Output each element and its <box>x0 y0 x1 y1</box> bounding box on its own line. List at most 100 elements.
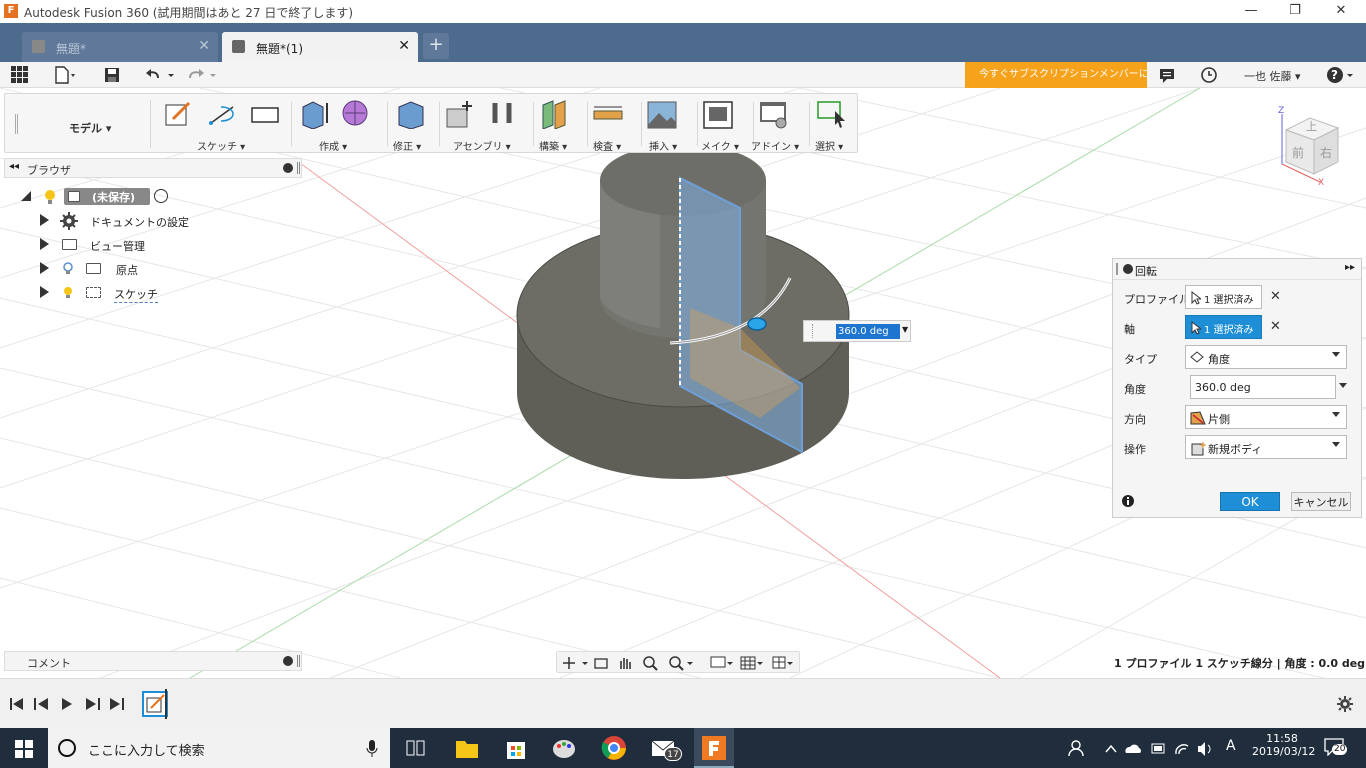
redo-icon[interactable] <box>188 66 220 84</box>
notifications-chat-icon[interactable] <box>1158 66 1176 84</box>
taskbar-clock[interactable]: 11:58 2019/03/12 <box>1252 732 1316 758</box>
tab-close-icon[interactable]: ✕ <box>198 38 210 54</box>
panel-grip[interactable] <box>297 162 300 174</box>
browser-item-document-settings[interactable]: ドキュメントの設定 <box>36 210 196 232</box>
workspace-selector[interactable]: モデル ▾ <box>11 100 151 148</box>
inspect-group[interactable]: 検査 ▾ <box>591 94 639 153</box>
operation-dropdown[interactable]: 新規ボディ <box>1185 435 1347 459</box>
restore-button[interactable]: ❐ <box>1280 2 1310 20</box>
clock-date: 2019/03/12 <box>1252 745 1316 758</box>
selection-status-text: 1 プロファイル 1 スケッチ線分 | 角度 : 0.0 deg <box>1114 657 1366 670</box>
root-component-badge[interactable]: (未保存) <box>64 188 150 205</box>
browser-item-origin[interactable]: 原点 <box>36 258 196 280</box>
angle-dropdown-icon[interactable] <box>1339 383 1347 388</box>
taskbar-search-box[interactable]: ここに入力して検索 <box>48 728 390 768</box>
data-panel-grid-icon[interactable] <box>11 66 29 84</box>
save-icon[interactable] <box>103 66 121 84</box>
title-bar: F Autodesk Fusion 360 (試用期間はあと 27 日で終了しま… <box>0 0 1366 23</box>
ime-indicator[interactable]: A <box>1226 738 1236 754</box>
action-center-button[interactable]: 20 <box>1324 738 1348 758</box>
direction-value: 片側 <box>1208 413 1230 426</box>
tree-item-label: ドキュメントの設定 <box>90 216 189 229</box>
make-group[interactable]: メイク ▾ <box>701 94 751 153</box>
quick-access-bar: 今すぐサブスクリプションメンバーに... 一也 佐藤 ▾ ? <box>0 62 1366 88</box>
clear-axis-icon[interactable]: ✕ <box>1270 319 1281 334</box>
select-group[interactable]: 選択 ▾ <box>813 94 857 153</box>
browser-item-sketches[interactable]: スケッチ <box>36 282 196 304</box>
timeline-marker[interactable] <box>165 689 167 719</box>
create-group[interactable]: 作成 ▾ <box>295 94 385 153</box>
collapse-browser-icon[interactable]: ◂◂ <box>9 161 19 172</box>
group-label: 検査 ▾ <box>593 142 622 153</box>
profile-select-button[interactable]: 1 選択済み <box>1185 285 1262 309</box>
tab-label: 無題* <box>56 42 87 56</box>
direction-dropdown[interactable]: 片側 <box>1185 405 1347 429</box>
cancel-button[interactable]: キャンセル <box>1291 492 1351 511</box>
go-to-end-icon <box>110 698 124 710</box>
mail-app[interactable]: 17 <box>650 734 682 762</box>
microphone-icon <box>366 740 378 757</box>
comments-panel-header[interactable]: コメント <box>4 651 302 671</box>
subscription-promo-button[interactable]: 今すぐサブスクリプションメンバーに... <box>965 62 1147 88</box>
expand-triangle-icon[interactable] <box>40 286 49 298</box>
browser-options-icon[interactable] <box>283 163 293 173</box>
tab-document-2[interactable]: 無題*(1) ✕ <box>222 32 418 62</box>
close-window-button[interactable]: ✕ <box>1326 2 1356 20</box>
user-account-menu[interactable]: 一也 佐藤 ▾ <box>1244 68 1301 84</box>
clear-profile-icon[interactable]: ✕ <box>1270 289 1281 304</box>
clock-time: 11:58 <box>1266 732 1298 745</box>
tab-close-icon[interactable]: ✕ <box>398 38 410 54</box>
addins-group[interactable]: アドイン ▾ <box>751 94 807 153</box>
insert-image-icon <box>647 101 677 129</box>
type-dropdown[interactable]: 角度 <box>1185 345 1347 369</box>
chevron-down-icon: ▾ <box>1295 70 1301 83</box>
dialog-header[interactable]: 回転 ▸▸ <box>1113 259 1361 280</box>
viewcube-right-label: 右 <box>1320 146 1333 160</box>
minimize-button[interactable]: — <box>1236 2 1266 20</box>
folder-icon <box>86 263 101 274</box>
viewcube[interactable]: Z X 上 前 右 <box>1270 104 1350 194</box>
show-hidden-icons-icon <box>1105 744 1117 753</box>
go-to-start-icon <box>10 698 23 710</box>
undo-icon[interactable] <box>144 66 176 84</box>
expand-dialog-icon[interactable]: ▸▸ <box>1345 262 1355 273</box>
activate-radio-icon[interactable] <box>154 189 168 203</box>
ok-button[interactable]: OK <box>1220 492 1280 511</box>
fit-icon <box>669 656 693 671</box>
browser-item-named-views[interactable]: ビュー管理 <box>36 234 196 256</box>
browser-root-node[interactable]: (未保存) <box>18 186 178 208</box>
group-label: アドイン ▾ <box>751 142 800 153</box>
construct-group[interactable]: 構築 ▾ <box>537 94 585 153</box>
expand-triangle-icon[interactable] <box>40 214 49 226</box>
assemble-group[interactable]: アセンブリ ▾ <box>443 94 531 153</box>
pan-hand-icon <box>620 658 631 669</box>
angle-heads-up-input[interactable]: 360.0 deg ▼ <box>803 320 911 342</box>
press-pull-icon <box>398 101 424 129</box>
help-menu[interactable]: ? <box>1326 66 1354 84</box>
modify-group[interactable]: 修正 ▾ <box>391 94 437 153</box>
dialog-grip[interactable] <box>1116 263 1118 275</box>
browser-panel-header[interactable]: ◂◂ ブラウザ <box>4 158 302 178</box>
fusion-logo-icon: F <box>4 4 18 18</box>
add-comment-icon[interactable] <box>283 656 293 666</box>
collapse-dialog-icon[interactable] <box>1123 264 1133 274</box>
panel-grip[interactable] <box>297 655 300 667</box>
gear-icon <box>60 212 78 230</box>
file-menu-icon[interactable] <box>54 66 75 84</box>
chevron-down-icon[interactable]: ▼ <box>902 325 908 334</box>
angle-type-icon <box>1190 351 1204 363</box>
insert-group[interactable]: 挿入 ▾ <box>645 94 695 153</box>
axis-select-button[interactable]: 1 選択済み <box>1185 315 1262 339</box>
group-label: アセンブリ ▾ <box>453 142 511 153</box>
fusion-taskbar-button[interactable] <box>694 728 734 768</box>
file-explorer-icon <box>456 741 478 758</box>
tab-document-1[interactable]: 無題* ✕ <box>22 32 218 62</box>
onedrive-icon <box>1125 744 1141 753</box>
angle-value-input[interactable]: 360.0 deg <box>836 324 900 339</box>
expand-triangle-icon[interactable] <box>40 262 49 274</box>
job-status-clock-icon[interactable] <box>1200 66 1218 84</box>
sketch-group[interactable]: スケッチ ▾ <box>157 94 289 153</box>
expand-triangle-icon[interactable] <box>40 238 49 250</box>
new-tab-button[interactable]: + <box>423 33 449 59</box>
angle-input[interactable]: 360.0 deg <box>1190 375 1336 399</box>
